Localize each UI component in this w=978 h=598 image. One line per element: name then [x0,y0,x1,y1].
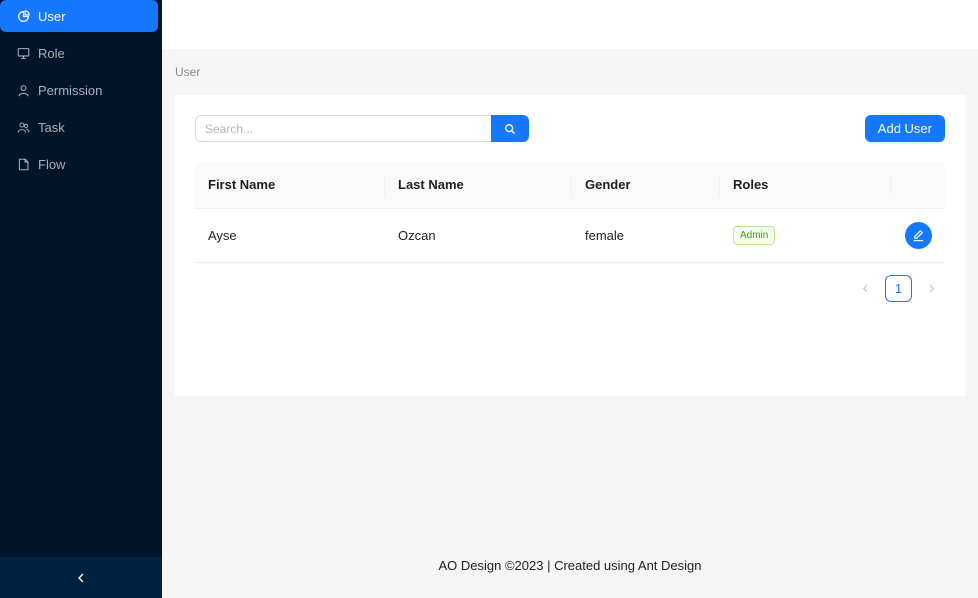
sidebar-item-label: User [38,8,66,24]
cell-actions [891,208,945,263]
table-row: Ayse Ozcan female Admin [195,208,945,263]
add-user-button[interactable]: Add User [864,115,945,142]
sidebar-item-label: Permission [38,82,103,98]
sidebar-item-role[interactable]: Role [0,37,158,69]
breadcrumb: User [175,65,200,79]
sidebar-item-label: Task [38,119,65,135]
breadcrumb-current: User [175,65,201,79]
chevron-right-icon [927,284,936,293]
column-header-actions [891,162,945,209]
sidebar-menu: User Role Permission Task Flow [0,0,162,180]
sidebar-item-flow[interactable]: Flow [0,148,158,180]
sidebar-item-task[interactable]: Task [0,111,158,143]
column-header-first-name[interactable]: First Name [195,162,385,209]
table-header-row: First Name Last Name Gender Roles [195,162,945,209]
file-icon [17,158,30,171]
edit-button[interactable] [905,221,932,249]
sidebar-collapse-button[interactable] [0,557,162,598]
role-tag: Admin [733,225,776,245]
content-card: Add User First Name Last Name [175,95,965,396]
sidebar-item-user[interactable]: User [0,0,158,32]
next-page-button[interactable] [918,275,945,302]
pagination: 1 [852,275,945,302]
pie-chart-icon [17,9,30,23]
left-chevron-icon [76,573,86,583]
sidebar: User Role Permission Task Flow [0,0,162,598]
edit-icon [912,229,925,242]
user-icon [17,84,30,97]
desktop-icon [17,47,30,60]
top-header [162,0,978,49]
sidebar-item-permission[interactable]: Permission [0,74,158,106]
search-button[interactable] [491,115,529,142]
search-icon [504,123,516,135]
search-input[interactable] [195,115,491,142]
sidebar-item-label: Role [38,45,65,61]
users-table: First Name Last Name Gender Roles Ayse O… [195,162,945,263]
cell-first-name: Ayse [195,208,385,263]
column-header-last-name[interactable]: Last Name [385,162,572,209]
cell-last-name: Ozcan [385,208,572,263]
footer-text: AO Design ©2023 | Created using Ant Desi… [438,558,702,573]
cell-roles: Admin [720,208,891,263]
sidebar-item-label: Flow [38,156,66,172]
page-number-button[interactable]: 1 [885,275,912,302]
search-group [195,115,529,142]
chevron-left-icon [861,284,870,293]
team-icon [17,121,30,134]
footer: AO Design ©2023 | Created using Ant Desi… [162,558,978,573]
prev-page-button[interactable] [852,275,879,302]
app-root: User Role Permission Task Flow User Sear… [0,0,978,598]
column-header-gender[interactable]: Gender [572,162,720,209]
cell-gender: female [572,208,720,263]
column-header-roles[interactable]: Roles [720,162,891,209]
